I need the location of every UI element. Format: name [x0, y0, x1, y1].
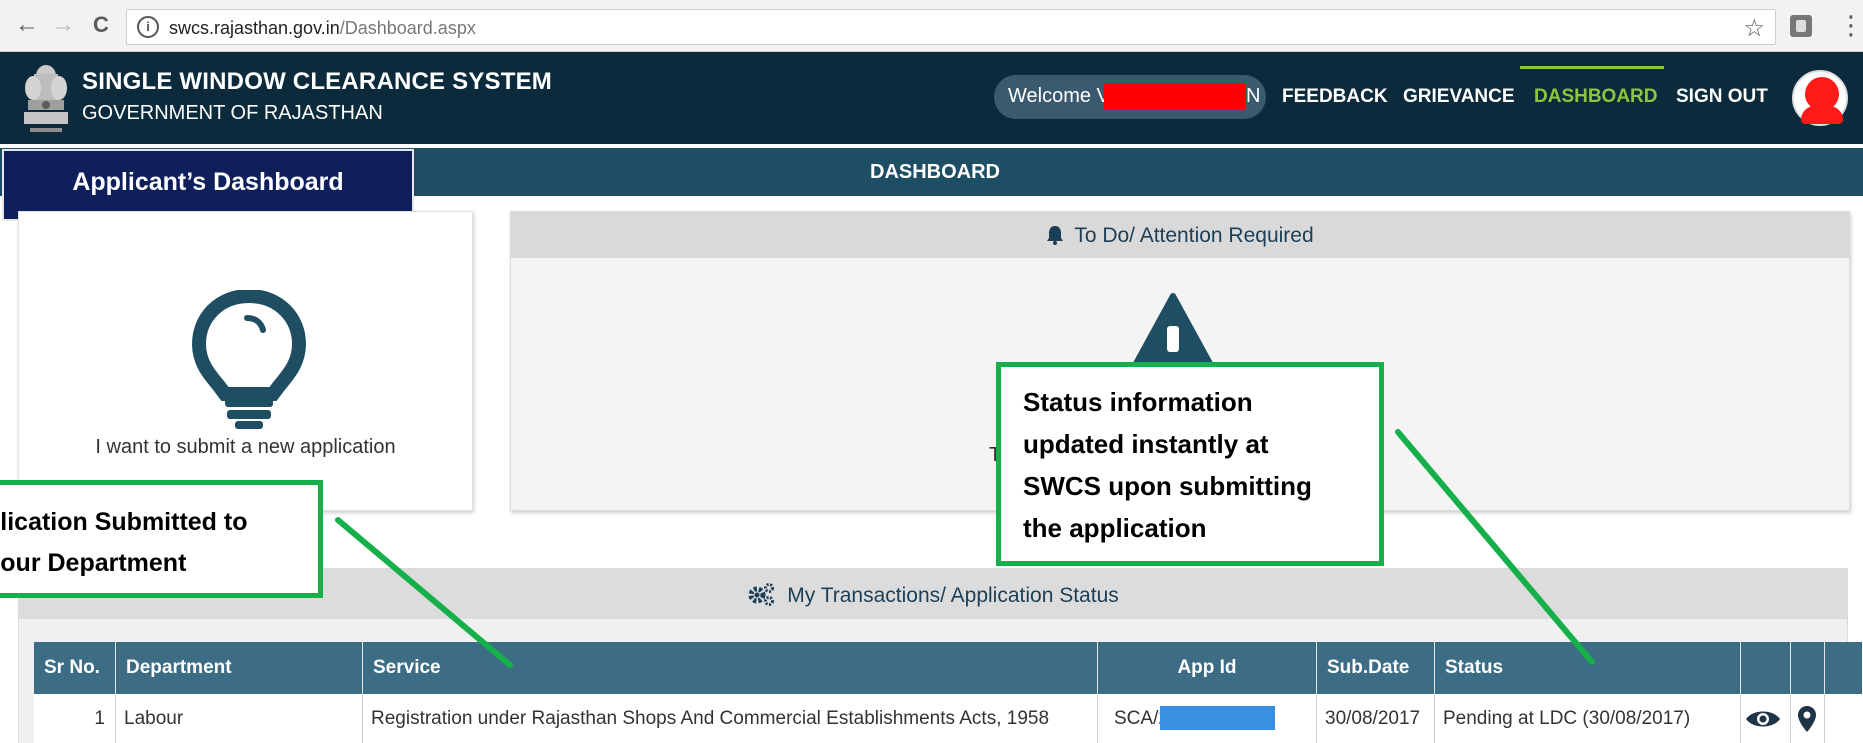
nav-grievance[interactable]: GRIEVANCE — [1403, 86, 1515, 108]
column-header-view — [1741, 642, 1791, 694]
bell-icon — [1047, 226, 1064, 245]
transactions-title: My Transactions/ Application Status — [787, 584, 1119, 607]
gears-icon — [748, 583, 775, 606]
reload-icon[interactable]: C — [88, 12, 114, 38]
info-icon[interactable]: i — [137, 16, 159, 38]
site-header: SINGLE WINDOW CLEARANCE SYSTEM GOVERNMEN… — [0, 52, 1863, 144]
column-header-track — [1791, 642, 1825, 694]
column-header-appid[interactable]: App Id — [1098, 642, 1317, 694]
site-title: SINGLE WINDOW CLEARANCE SYSTEM — [82, 68, 553, 95]
state-emblem-icon — [24, 65, 68, 132]
nav-signout[interactable]: SIGN OUT — [1676, 86, 1768, 108]
eye-icon[interactable] — [1745, 708, 1781, 730]
annotation-application-submitted: plication Submitted to bour Department — [0, 480, 323, 598]
forward-arrow-icon[interactable]: → — [50, 12, 76, 38]
cell-view — [1741, 694, 1791, 743]
nav-dashboard[interactable]: DASHBOARD — [1534, 86, 1658, 108]
table-row: 1 Labour Registration under Rajasthan Sh… — [34, 694, 1862, 743]
column-header-department[interactable]: Department — [116, 642, 363, 694]
welcome-text-end: N — [1246, 85, 1261, 107]
extension-icon[interactable] — [1790, 15, 1812, 37]
lightbulb-icon — [191, 290, 307, 429]
annotation-right-line2: updated instantly at — [1023, 429, 1269, 459]
redacted-app-id — [1160, 706, 1275, 730]
applicant-dashboard-label: Applicant’s Dashboard — [72, 168, 344, 196]
browser-toolbar: ← → C i swcs.rajasthan.gov.in/Dashboard.… — [0, 0, 1863, 52]
browser-menu-icon[interactable]: ⋮ — [1838, 10, 1863, 40]
annotation-left-line1: plication Submitted to — [0, 508, 248, 536]
cell-service: Registration under Rajasthan Shops And C… — [363, 694, 1098, 743]
back-arrow-icon[interactable]: ← — [14, 12, 40, 38]
url-path: /Dashboard.aspx — [339, 18, 476, 38]
url-host: swcs.rajasthan.gov.in — [169, 18, 340, 38]
annotation-left-line2: bour Department — [0, 549, 187, 577]
column-header-sr[interactable]: Sr No. — [34, 642, 116, 694]
new-application-label: I want to submit a new application — [95, 436, 396, 458]
map-marker-icon[interactable] — [1797, 705, 1817, 733]
table-header-row: Sr No. Department Service App Id Sub.Dat… — [34, 642, 1862, 694]
site-subtitle: GOVERNMENT OF RAJASTHAN — [82, 102, 383, 124]
bookmark-star-icon[interactable]: ☆ — [1743, 14, 1765, 43]
column-header-service[interactable]: Service — [363, 642, 1098, 694]
address-bar[interactable]: i swcs.rajasthan.gov.in/Dashboard.aspx ☆ — [126, 9, 1776, 45]
cell-status: Pending at LDC (30/08/2017) — [1435, 694, 1741, 743]
annotation-status-info: Status information updated instantly at … — [996, 362, 1384, 566]
nav-feedback[interactable]: FEEDBACK — [1282, 86, 1388, 108]
todo-header: To Do/ Attention Required — [511, 212, 1849, 258]
redacted-username — [1104, 83, 1246, 109]
cell-track — [1791, 694, 1825, 743]
todo-title: To Do/ Attention Required — [1074, 224, 1314, 247]
column-header-subdate[interactable]: Sub.Date — [1317, 642, 1435, 694]
cell-app-id: SCA/20 — [1098, 694, 1317, 743]
annotation-right-line1: Status information — [1023, 387, 1253, 417]
transactions-table: Sr No. Department Service App Id Sub.Dat… — [34, 642, 1862, 743]
annotation-right-line3: SWCS upon submitting — [1023, 471, 1312, 501]
cell-department: Labour — [116, 694, 363, 743]
welcome-text: Welcome V — [1008, 85, 1110, 107]
cell-sub-date: 30/08/2017 — [1317, 694, 1435, 743]
url-text: swcs.rajasthan.gov.in/Dashboard.aspx — [169, 18, 476, 39]
annotation-right-line4: the application — [1023, 513, 1207, 543]
cell-sr: 1 — [34, 694, 116, 743]
nav-active-indicator — [1520, 66, 1664, 69]
welcome-pill: Welcome V N — [994, 75, 1266, 119]
column-header-status[interactable]: Status — [1435, 642, 1741, 694]
user-avatar[interactable] — [1792, 70, 1848, 126]
new-application-card[interactable]: I want to submit a new application — [18, 211, 473, 511]
